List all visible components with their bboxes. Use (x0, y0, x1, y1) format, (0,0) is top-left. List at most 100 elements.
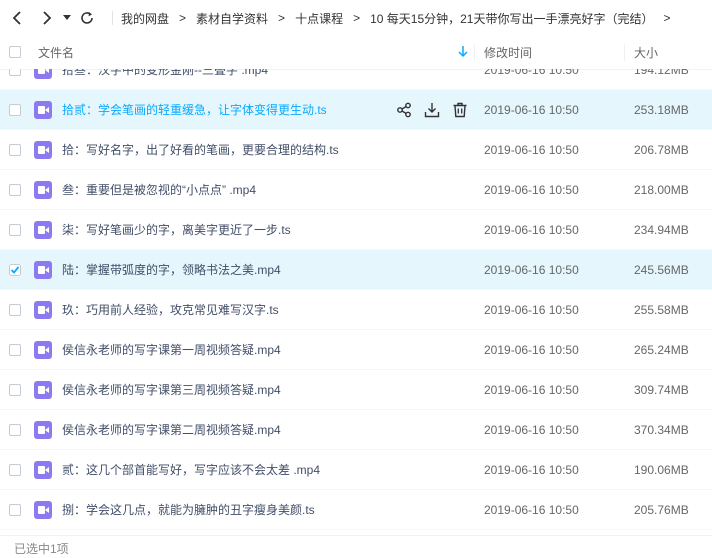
file-size: 253.18MB (634, 102, 689, 117)
refresh-button[interactable] (76, 0, 98, 36)
breadcrumb-current[interactable]: 10 每天15分钟，21天带你写出一手漂亮好字（完结） (370, 10, 653, 27)
file-size: 205.76MB (634, 502, 689, 517)
file-row[interactable]: 拾贰：学会笔画的轻重缓急，让字体变得更生动.ts 2019-06-16 10:50… (0, 90, 712, 130)
file-row[interactable]: 捌：学会这几点，就能为臃肿的丑字瘦身美颜.ts 2019-06-16 10:50 2… (0, 490, 712, 530)
row-checkbox[interactable] (9, 384, 21, 396)
breadcrumb-item[interactable]: 十点课程 (295, 10, 343, 27)
file-list-header: 文件名 修改时间 大小 (0, 36, 712, 70)
row-checkbox[interactable] (9, 304, 21, 316)
row-checkbox[interactable] (9, 264, 21, 276)
file-modified-date: 2019-06-16 10:50 (484, 102, 579, 117)
chevron-left-icon (12, 11, 21, 25)
file-modified-date: 2019-06-16 10:50 (484, 69, 579, 77)
history-dropdown-button[interactable] (60, 0, 74, 36)
trash-icon[interactable] (452, 102, 468, 118)
video-file-icon (34, 341, 52, 359)
file-name[interactable]: 拾叁：汉字中的变形金刚--三叠字 .mp4 (62, 69, 268, 90)
file-size: 218.00MB (634, 182, 689, 197)
file-size: 194.12MB (634, 69, 689, 77)
file-row[interactable]: 侯信永老师的写字课第三周视频答疑.mp4 2019-06-16 10:50 309.… (0, 370, 712, 410)
column-divider (624, 44, 625, 61)
forward-button[interactable] (36, 0, 58, 36)
row-checkbox[interactable] (9, 504, 21, 516)
sort-down-arrow-icon[interactable] (458, 46, 468, 58)
breadcrumb-separator: > (179, 11, 187, 25)
row-checkbox[interactable] (9, 344, 21, 356)
column-header-date[interactable]: 修改时间 (484, 44, 532, 61)
file-name[interactable]: 柒：写好笔画少的字，离美字更近了一步.ts (62, 210, 291, 250)
file-modified-date: 2019-06-16 10:50 (484, 342, 579, 357)
file-row[interactable]: 贰：这几个部首能写好，写字应该不会太差 .mp4 2019-06-16 10:50… (0, 450, 712, 490)
file-name[interactable]: 陆：掌握带弧度的字，领略书法之美.mp4 (62, 250, 281, 290)
video-file-icon (34, 261, 52, 279)
file-name[interactable]: 侯信永老师的写字课第三周视频答疑.mp4 (62, 370, 281, 410)
select-all-checkbox[interactable] (9, 46, 21, 58)
file-name[interactable]: 侯信永老师的写字课第一周视频答疑.mp4 (62, 330, 281, 370)
row-checkbox[interactable] (9, 144, 21, 156)
video-file-icon (34, 141, 52, 159)
file-size: 190.06MB (634, 462, 689, 477)
file-row[interactable]: 拾：写好名字，出了好看的笔画，更要合理的结构.ts 2019-06-16 10:5… (0, 130, 712, 170)
file-name[interactable]: 拾贰：学会笔画的轻重缓急，让字体变得更生动.ts (62, 90, 327, 130)
file-row[interactable]: 柒：写好笔画少的字，离美字更近了一步.ts 2019-06-16 10:50 234… (0, 210, 712, 250)
divider (112, 11, 113, 25)
chevron-right-icon (43, 11, 52, 25)
breadcrumb-separator: > (278, 11, 286, 25)
caret-down-icon (63, 15, 71, 20)
file-list[interactable]: 拾叁：汉字中的变形金刚--三叠字 .mp4 2019-06-16 10:50 194… (0, 69, 712, 535)
file-size: 370.34MB (634, 422, 689, 437)
row-checkbox[interactable] (9, 69, 21, 76)
file-row[interactable]: 侯信永老师的写字课第二周视频答疑.mp4 2019-06-16 10:50 370.… (0, 410, 712, 450)
row-checkbox[interactable] (9, 464, 21, 476)
video-file-icon (34, 301, 52, 319)
file-size: 309.74MB (634, 382, 689, 397)
file-row[interactable]: 拾叁：汉字中的变形金刚--三叠字 .mp4 2019-06-16 10:50 194… (0, 69, 712, 90)
breadcrumb-item[interactable]: 我的网盘 (121, 10, 169, 27)
share-icon[interactable] (396, 102, 412, 118)
file-modified-date: 2019-06-16 10:50 (484, 382, 579, 397)
file-row[interactable]: 叁：重要但是被忽视的“小点点” .mp4 2019-06-16 10:50 218.… (0, 170, 712, 210)
file-name[interactable]: 贰：这几个部首能写好，写字应该不会太差 .mp4 (62, 450, 320, 490)
file-modified-date: 2019-06-16 10:50 (484, 422, 579, 437)
file-modified-date: 2019-06-16 10:50 (484, 222, 579, 237)
file-row[interactable]: 陆：掌握带弧度的字，领略书法之美.mp4 2019-06-16 10:50 245.… (0, 250, 712, 290)
row-checkbox[interactable] (9, 224, 21, 236)
row-checkbox[interactable] (9, 104, 21, 116)
column-header-name[interactable]: 文件名 (38, 44, 74, 61)
file-name[interactable]: 拾：写好名字，出了好看的笔画，更要合理的结构.ts (62, 130, 339, 170)
video-file-icon (34, 221, 52, 239)
column-divider (474, 44, 475, 61)
video-file-icon (34, 101, 52, 119)
breadcrumb-separator: > (663, 11, 671, 25)
row-actions (396, 102, 468, 118)
video-file-icon (34, 421, 52, 439)
video-file-icon (34, 181, 52, 199)
row-checkbox[interactable] (9, 184, 21, 196)
back-button[interactable] (6, 0, 28, 36)
video-file-icon (34, 501, 52, 519)
file-modified-date: 2019-06-16 10:50 (484, 462, 579, 477)
file-name[interactable]: 叁：重要但是被忽视的“小点点” .mp4 (62, 170, 256, 210)
file-name[interactable]: 捌：学会这几点，就能为臃肿的丑字瘦身美颜.ts (62, 490, 315, 530)
video-file-icon (34, 69, 52, 79)
file-modified-date: 2019-06-16 10:50 (484, 182, 579, 197)
file-name[interactable]: 玖：巧用前人经验，攻克常见难写汉字.ts (62, 290, 279, 330)
file-size: 255.58MB (634, 302, 689, 317)
file-size: 245.56MB (634, 262, 689, 277)
file-modified-date: 2019-06-16 10:50 (484, 142, 579, 157)
download-icon[interactable] (424, 102, 440, 118)
file-name[interactable]: 侯信永老师的写字课第二周视频答疑.mp4 (62, 410, 281, 450)
file-row[interactable]: 侯信永老师的写字课第一周视频答疑.mp4 2019-06-16 10:50 265.… (0, 330, 712, 370)
breadcrumb-item[interactable]: 素材自学资料 (196, 10, 268, 27)
file-modified-date: 2019-06-16 10:50 (484, 302, 579, 317)
breadcrumb-separator: > (353, 11, 361, 25)
file-size: 206.78MB (634, 142, 689, 157)
video-file-icon (34, 461, 52, 479)
row-checkbox[interactable] (9, 424, 21, 436)
column-header-size[interactable]: 大小 (634, 44, 658, 61)
toolbar: 我的网盘 > 素材自学资料 > 十点课程 > 10 每天15分钟，21天带你写出… (0, 0, 712, 36)
file-row[interactable]: 玖：巧用前人经验，攻克常见难写汉字.ts 2019-06-16 10:50 255.… (0, 290, 712, 330)
file-rows: 拾叁：汉字中的变形金刚--三叠字 .mp4 2019-06-16 10:50 194… (0, 69, 712, 530)
video-file-icon (34, 381, 52, 399)
checkmark-icon (9, 264, 21, 276)
